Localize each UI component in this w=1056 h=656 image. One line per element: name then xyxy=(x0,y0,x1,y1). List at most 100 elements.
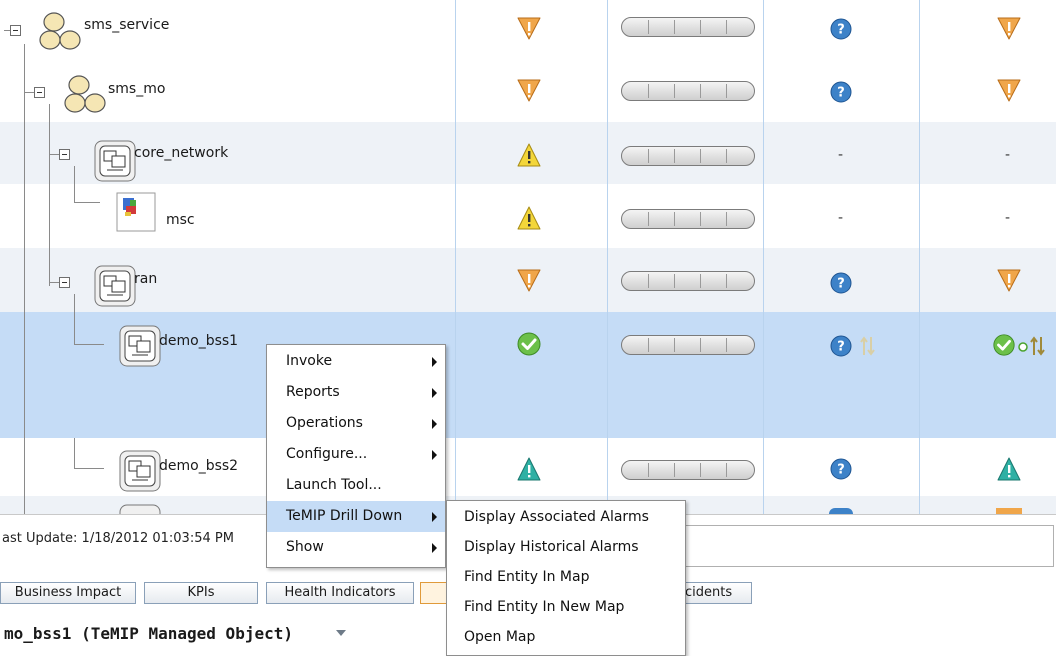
empty-value: - xyxy=(1005,147,1011,163)
help-icon: ? xyxy=(830,18,852,40)
empty-value: - xyxy=(838,147,844,163)
tab-incidents[interactable]: cidents xyxy=(680,582,752,604)
menu-item-label: Display Historical Alarms xyxy=(464,539,639,555)
svg-text:?: ? xyxy=(837,277,845,292)
tree-node-label[interactable]: msc xyxy=(166,212,195,228)
tree-node-label[interactable]: demo_bss1 xyxy=(159,333,238,349)
menu-item-label: Configure... xyxy=(286,446,368,462)
tab-label: Business Impact xyxy=(14,585,122,600)
kpi-bar xyxy=(621,146,755,166)
submenu-arrow-icon xyxy=(432,357,437,367)
warning-yellow-icon xyxy=(516,205,542,231)
warning-orange-icon xyxy=(996,77,1022,103)
empty-value: - xyxy=(1005,210,1011,226)
menu-item-configure[interactable]: Configure... xyxy=(267,439,445,470)
kpi-bar xyxy=(621,271,755,291)
tab-label: KPIs xyxy=(187,585,215,600)
menu-item-label: Find Entity In New Map xyxy=(464,599,625,615)
svg-text:?: ? xyxy=(837,463,845,478)
menu-item-label: Find Entity In Map xyxy=(464,569,590,585)
tree-node-label[interactable]: core_network xyxy=(134,145,228,161)
collapse-toggle[interactable] xyxy=(59,277,70,288)
warning-yellow-icon xyxy=(516,142,542,168)
svg-text:?: ? xyxy=(837,23,845,38)
menu-item-show[interactable]: Show xyxy=(267,532,445,563)
tree-node-label[interactable]: sms_mo xyxy=(108,81,165,97)
help-icon: ? xyxy=(830,272,852,294)
submenu-arrow-icon xyxy=(432,512,437,522)
tree-connector xyxy=(74,202,100,203)
help-icon: ? xyxy=(830,335,852,357)
menu-item-find-entity-in-new-map[interactable]: Find Entity In New Map xyxy=(447,592,685,623)
menu-item-label: Invoke xyxy=(286,353,333,369)
menu-item-find-entity-in-map[interactable]: Find Entity In Map xyxy=(447,562,685,593)
menu-item-label: Launch Tool... xyxy=(286,477,382,493)
collapse-toggle[interactable] xyxy=(59,149,70,160)
submenu-arrow-icon xyxy=(432,450,437,460)
tree-node-label[interactable]: sms_service xyxy=(84,17,169,33)
menu-item-open-map[interactable]: Open Map xyxy=(447,622,685,653)
small-ok-icon xyxy=(1018,340,1028,352)
tree-connector xyxy=(49,154,59,155)
drill-down-submenu: Display Associated Alarms Display Histor… xyxy=(446,500,686,656)
help-icon: ? xyxy=(830,458,852,480)
managed-object-icon xyxy=(119,504,161,514)
submenu-arrow-icon xyxy=(432,543,437,553)
menu-item-label: Reports xyxy=(286,384,340,400)
tree-connector xyxy=(49,282,59,283)
kpi-bar xyxy=(621,17,755,37)
menu-item-reports[interactable]: Reports xyxy=(267,377,445,408)
tree-node-label[interactable]: demo_bss2 xyxy=(159,458,238,474)
managed-object-icon xyxy=(119,325,161,367)
tab-health-indicators[interactable]: Health Indicators xyxy=(266,582,414,604)
menu-item-temip-drill-down[interactable]: TeMIP Drill Down xyxy=(267,501,445,532)
submenu-arrow-icon xyxy=(432,388,437,398)
managed-object-icon xyxy=(94,140,136,182)
menu-item-operations[interactable]: Operations xyxy=(267,408,445,439)
context-menu: Invoke Reports Operations Configure... L… xyxy=(266,344,446,568)
warning-orange-icon xyxy=(516,15,542,41)
tree-connector xyxy=(74,468,104,469)
managed-object-icon xyxy=(119,450,161,492)
menu-item-label: Operations xyxy=(286,415,363,431)
menu-item-display-historical-alarms[interactable]: Display Historical Alarms xyxy=(447,532,685,563)
kpi-bar xyxy=(621,81,755,101)
warning-orange-icon xyxy=(516,77,542,103)
tree-connector xyxy=(49,104,50,286)
kpi-bar xyxy=(621,335,755,355)
menu-item-invoke[interactable]: Invoke xyxy=(267,346,445,377)
menu-item-display-associated-alarms[interactable]: Display Associated Alarms xyxy=(447,502,685,533)
column-separator xyxy=(607,0,608,514)
warning-orange-icon xyxy=(996,267,1022,293)
svg-text:?: ? xyxy=(837,86,845,101)
trend-arrows-icon xyxy=(860,335,876,357)
tree-node-label[interactable]: ran xyxy=(134,271,157,287)
tab-kpis[interactable]: KPIs xyxy=(144,582,258,604)
trend-arrows-icon xyxy=(1030,335,1046,357)
menu-item-label: Display Associated Alarms xyxy=(464,509,649,525)
warning-orange-icon xyxy=(996,15,1022,41)
tab-business-impact[interactable]: Business Impact xyxy=(0,582,136,604)
svg-text:?: ? xyxy=(837,340,845,355)
column-separator xyxy=(455,0,456,514)
collapse-toggle[interactable] xyxy=(34,87,45,98)
ok-check-icon xyxy=(516,331,542,357)
kpi-bar xyxy=(621,460,755,480)
menu-item-launch-tool[interactable]: Launch Tool... xyxy=(267,470,445,501)
warning-teal-icon xyxy=(516,456,542,482)
menu-item-label: Open Map xyxy=(464,629,536,645)
tree-connector xyxy=(24,44,25,514)
collapse-toggle[interactable] xyxy=(10,25,21,36)
group-icon xyxy=(38,10,90,52)
column-separator xyxy=(763,0,764,514)
tree-connector xyxy=(24,92,34,93)
device-icon xyxy=(116,192,156,232)
tab-label: Health Indicators xyxy=(284,585,396,600)
tab-label: cidents xyxy=(685,585,733,600)
chevron-down-icon[interactable] xyxy=(336,630,346,636)
tree-connector xyxy=(74,344,104,345)
column-separator xyxy=(919,0,920,514)
tree-connector xyxy=(74,438,75,468)
kpi-bar xyxy=(621,209,755,229)
empty-value: - xyxy=(838,210,844,226)
